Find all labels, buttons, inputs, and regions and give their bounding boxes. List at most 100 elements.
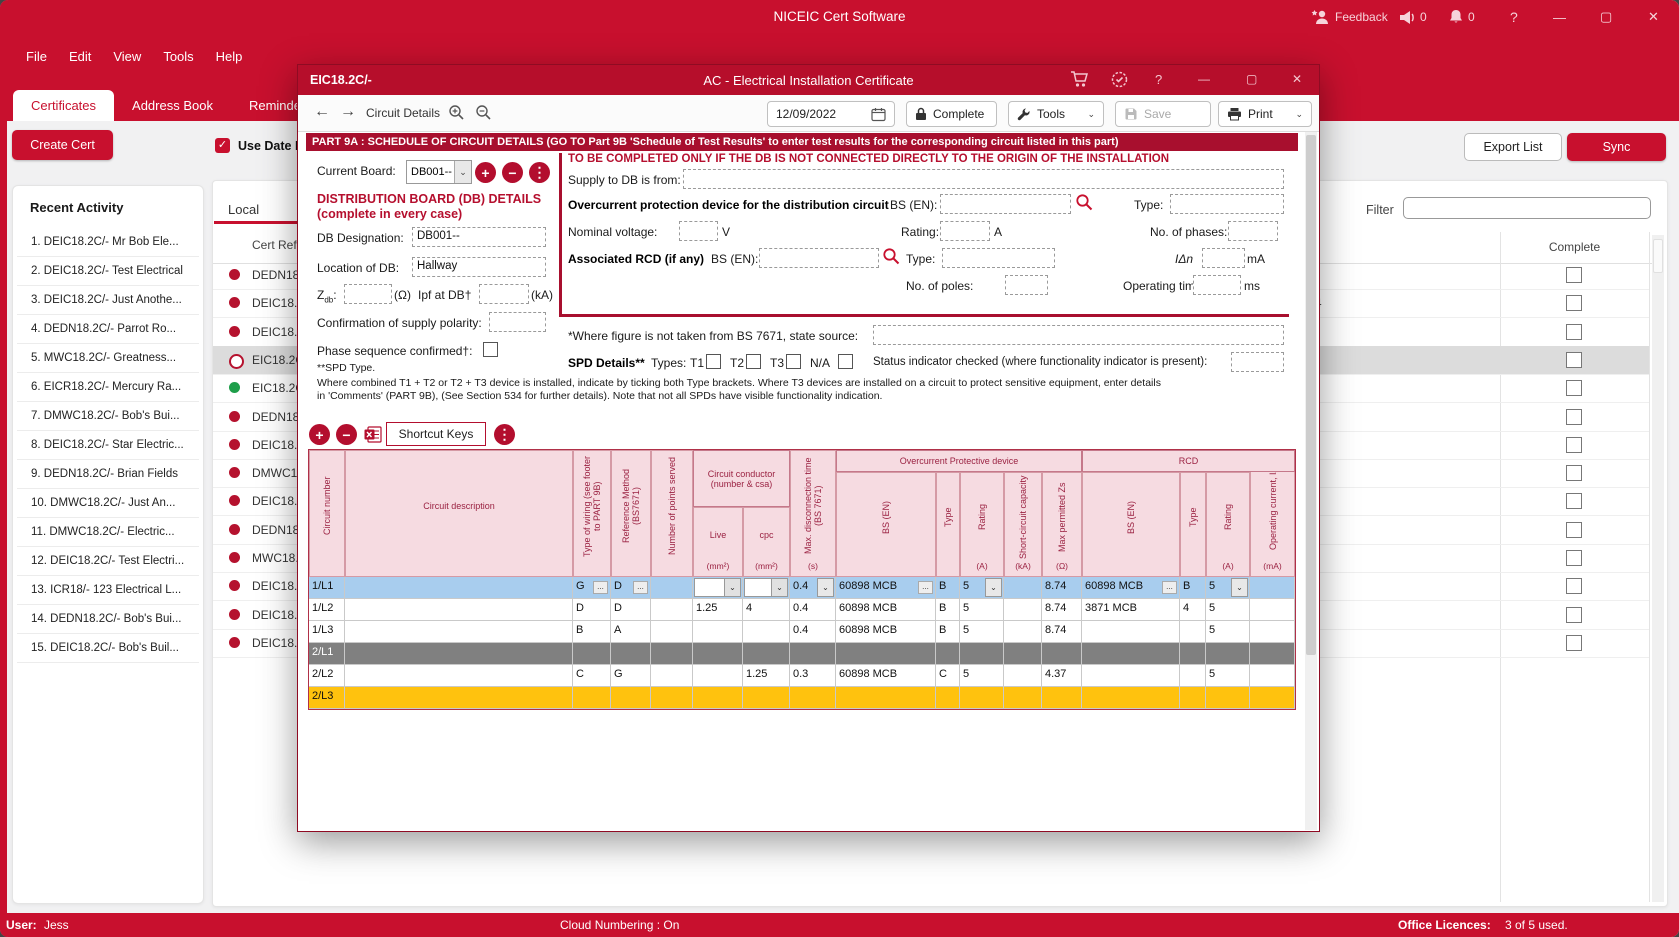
- column-header-bs_en[interactable]: BS (EN): [1082, 472, 1180, 577]
- cell-points[interactable]: [651, 621, 693, 643]
- cell-bs_en[interactable]: 60898 MCB: [836, 665, 936, 687]
- column-header-description[interactable]: Circuit description: [345, 450, 573, 577]
- column-header-live[interactable]: Live(mm²): [693, 507, 743, 577]
- tab-local[interactable]: Local: [228, 202, 259, 217]
- help-button[interactable]: ?: [1510, 0, 1518, 34]
- cert-list-scrollbar-thumb[interactable]: [1653, 239, 1663, 273]
- polarity-input[interactable]: [489, 312, 546, 332]
- complete-checkbox[interactable]: [1566, 380, 1582, 396]
- rating-input[interactable]: [940, 221, 990, 241]
- cell-bs_en[interactable]: 60898 MCB: [836, 621, 936, 643]
- cell-circuit_number[interactable]: 1/L2: [309, 599, 345, 621]
- column-header-type[interactable]: Type: [936, 472, 960, 577]
- cell-rating[interactable]: 5: [1206, 621, 1250, 643]
- cell-bs_en[interactable]: 3871 MCB: [1082, 599, 1180, 621]
- cell-max_zs[interactable]: [1042, 643, 1082, 665]
- column-header-bs_en[interactable]: BS (EN): [836, 472, 936, 577]
- cell-type[interactable]: 4: [1180, 599, 1206, 621]
- cert-ref[interactable]: DEDN18: [252, 523, 299, 537]
- cell-description[interactable]: [345, 687, 573, 709]
- recent-activity-item[interactable]: 7. DMWC18.2C/- Bob's Bui...: [17, 402, 199, 431]
- db-location-input[interactable]: Hallway: [412, 257, 546, 277]
- spd-t1-checkbox[interactable]: [706, 354, 721, 369]
- ocpd-search-icon[interactable]: [1075, 193, 1093, 211]
- cell-type[interactable]: B: [936, 599, 960, 621]
- complete-checkbox[interactable]: [1566, 578, 1582, 594]
- cell-max_disc[interactable]: 0.4⌄: [790, 577, 836, 599]
- cell-live[interactable]: [693, 687, 743, 709]
- cell-type[interactable]: B: [936, 577, 960, 599]
- cell-ref_method[interactable]: A: [611, 621, 651, 643]
- remove-circuit-button[interactable]: −: [336, 424, 357, 445]
- cell-rating[interactable]: [960, 643, 1004, 665]
- date-picker[interactable]: 12/09/2022: [767, 101, 895, 127]
- complete-checkbox[interactable]: [1566, 295, 1582, 311]
- cell-cpc[interactable]: 4: [743, 599, 790, 621]
- cell-cpc[interactable]: 1.25: [743, 665, 790, 687]
- column-header-scc[interactable]: Short-circuit capacity(kA): [1004, 472, 1042, 577]
- sync-button[interactable]: Sync: [1567, 133, 1666, 161]
- column-header-wiring[interactable]: Type of wiring (see footer to PART 9B): [573, 450, 611, 577]
- ellipsis-button[interactable]: ...: [1162, 581, 1177, 594]
- cell-wiring[interactable]: [573, 687, 611, 709]
- cart-icon[interactable]: [1070, 71, 1089, 88]
- cell-rating[interactable]: 5: [960, 665, 1004, 687]
- column-header-max_disc[interactable]: Max. disconnection time (BS 7671)(s): [790, 450, 836, 577]
- cell-ref_method[interactable]: [611, 687, 651, 709]
- cell-rating[interactable]: 5: [960, 621, 1004, 643]
- cell-max_disc[interactable]: 0.4: [790, 621, 836, 643]
- cell-type[interactable]: B: [936, 621, 960, 643]
- complete-checkbox[interactable]: [1566, 409, 1582, 425]
- ellipsis-button[interactable]: ...: [633, 581, 648, 594]
- complete-button[interactable]: Complete: [906, 101, 997, 127]
- cell-bs_en[interactable]: 60898 MCB: [836, 599, 936, 621]
- cell-description[interactable]: [345, 599, 573, 621]
- dropdown-arrow-icon[interactable]: ⌄: [724, 579, 740, 596]
- cell-op_current[interactable]: [1250, 687, 1295, 709]
- print-button[interactable]: Print ⌄: [1218, 101, 1312, 127]
- cell-rating[interactable]: 5⌄: [1206, 577, 1250, 599]
- circuit-row-1-L2[interactable]: 1/L2DD1.2540.460898 MCBB58.743871 MCB45: [309, 599, 1295, 621]
- complete-checkbox[interactable]: [1566, 550, 1582, 566]
- ellipsis-button[interactable]: ...: [593, 581, 608, 594]
- cell-live[interactable]: [693, 665, 743, 687]
- recent-activity-item[interactable]: 6. EICR18.2C/- Mercury Ra...: [17, 373, 199, 402]
- menu-item-view[interactable]: View: [113, 49, 141, 64]
- cell-max_zs[interactable]: 8.74: [1042, 621, 1082, 643]
- supply-from-input[interactable]: [683, 169, 1284, 189]
- complete-checkbox[interactable]: [1566, 352, 1582, 368]
- notifications-button[interactable]: 0: [1448, 0, 1475, 34]
- verify-badge-icon[interactable]: [1110, 70, 1129, 89]
- phases-input[interactable]: [1228, 221, 1278, 241]
- nav-back-button[interactable]: ←: [314, 103, 330, 121]
- poles-input[interactable]: [1005, 275, 1048, 295]
- complete-checkbox[interactable]: [1566, 522, 1582, 538]
- cell-max_disc[interactable]: 0.4: [790, 599, 836, 621]
- cell-op_current[interactable]: [1250, 665, 1295, 687]
- cell-type[interactable]: [936, 687, 960, 709]
- nav-forward-button[interactable]: →: [340, 103, 356, 121]
- menu-item-help[interactable]: Help: [216, 49, 243, 64]
- cell-max_zs[interactable]: [1042, 687, 1082, 709]
- recent-activity-item[interactable]: 5. MWC18.2C/- Greatness...: [17, 344, 199, 373]
- cell-wiring[interactable]: [573, 643, 611, 665]
- cell-live[interactable]: [693, 643, 743, 665]
- cell-live[interactable]: ⌄: [693, 577, 743, 599]
- cell-op_current[interactable]: [1250, 577, 1295, 599]
- export-list-button[interactable]: Export List: [1464, 133, 1562, 161]
- cell-max_disc[interactable]: [790, 643, 836, 665]
- cell-bs_en[interactable]: [1082, 621, 1180, 643]
- cell-rating[interactable]: [960, 687, 1004, 709]
- optime-input[interactable]: [1193, 275, 1241, 295]
- cell-type[interactable]: [936, 643, 960, 665]
- zoom-out-icon[interactable]: [475, 104, 492, 121]
- recent-activity-item[interactable]: 1. DEIC18.2C/- Mr Bob Ele...: [17, 228, 199, 257]
- ocpd-bsen-input[interactable]: [940, 194, 1071, 214]
- spd-t2-checkbox[interactable]: [746, 354, 761, 369]
- cell-scc[interactable]: [1004, 577, 1042, 599]
- cell-description[interactable]: [345, 621, 573, 643]
- dropdown-arrow-icon[interactable]: ⌄: [1231, 578, 1248, 597]
- cell-dropdown[interactable]: ⌄: [744, 578, 788, 597]
- modal-minimize-button[interactable]: —: [1198, 72, 1210, 86]
- cell-description[interactable]: [345, 665, 573, 687]
